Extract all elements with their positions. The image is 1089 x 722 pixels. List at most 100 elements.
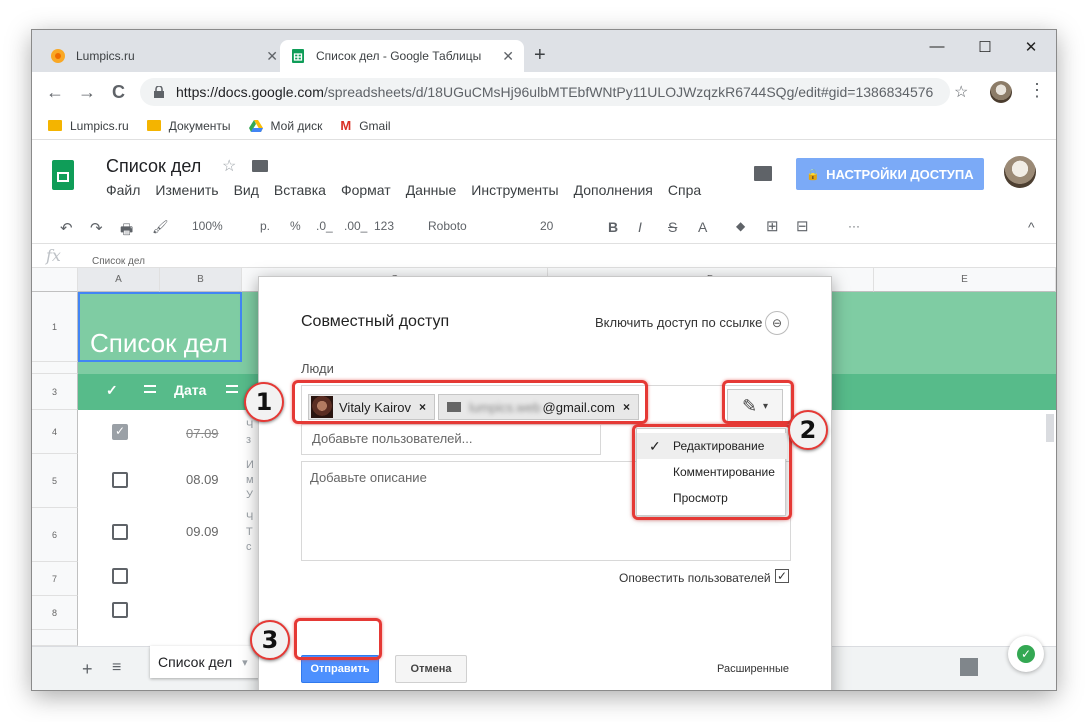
row-header[interactable] <box>32 362 78 374</box>
column-header-b[interactable]: B <box>160 268 242 292</box>
formula-bar: fx Список дел <box>32 244 1056 268</box>
bold-button[interactable]: B <box>608 219 618 235</box>
forward-button[interactable]: → <box>78 82 96 103</box>
strikethrough-button[interactable]: S <box>668 219 677 235</box>
collapse-toolbar-icon[interactable]: ^ <box>1028 219 1035 235</box>
address-bar[interactable]: https://docs.google.com/spreadsheets/d/1… <box>140 78 950 106</box>
more-formats-button[interactable]: 123 <box>374 219 394 233</box>
borders-icon[interactable]: ⊞ <box>766 217 779 235</box>
security-shield-icon[interactable]: ✓ <box>1008 636 1044 672</box>
menu-view[interactable]: Вид <box>234 182 259 198</box>
bookmark-documents[interactable]: Документы <box>146 119 231 133</box>
explore-icon[interactable] <box>960 658 978 676</box>
comments-icon[interactable] <box>754 166 772 181</box>
chevron-down-icon[interactable]: ▾ <box>242 656 248 669</box>
bookmark-lumpics[interactable]: Lumpics.ru <box>48 119 129 133</box>
filter-icon[interactable] <box>226 385 238 393</box>
advanced-link[interactable]: Расширенные <box>717 663 789 675</box>
add-sheet-button[interactable]: + <box>82 659 93 680</box>
row-header[interactable]: 5 <box>32 454 78 508</box>
link-icon[interactable]: ⊖ <box>765 311 789 335</box>
notify-checkbox[interactable]: ✓ <box>775 569 789 583</box>
row-header[interactable] <box>32 630 78 646</box>
menu-insert[interactable]: Вставка <box>274 182 326 198</box>
tab-sheets[interactable]: Список дел - Google Таблицы ✕ <box>280 40 524 72</box>
all-sheets-icon[interactable]: ≡ <box>112 659 121 677</box>
paint-format-icon[interactable]: 🖌 <box>152 219 169 235</box>
menu-file[interactable]: Файл <box>106 182 140 198</box>
font-size-select[interactable]: 20 <box>540 219 553 233</box>
back-button[interactable]: ← <box>46 82 64 103</box>
new-tab-button[interactable]: + <box>534 44 546 67</box>
link-sharing-link[interactable]: Включить доступ по ссылке <box>595 315 762 330</box>
maximize-button[interactable]: ☐ <box>962 38 1008 56</box>
text-color-button[interactable]: A <box>698 219 707 235</box>
task-checkbox[interactable] <box>112 524 128 540</box>
column-header-e[interactable]: E <box>874 268 1056 292</box>
bookmark-label: Gmail <box>359 118 391 133</box>
font-select[interactable]: Roboto <box>428 219 467 233</box>
italic-button[interactable]: I <box>638 219 642 235</box>
vertical-scrollbar[interactable] <box>1046 414 1054 442</box>
currency-button[interactable]: р. <box>260 219 270 233</box>
menu-format[interactable]: Формат <box>341 182 391 198</box>
menu-edit[interactable]: Изменить <box>155 182 218 198</box>
undo-icon[interactable]: ↶ <box>60 219 73 237</box>
document-title[interactable]: Список дел <box>106 156 201 177</box>
profile-avatar[interactable] <box>990 81 1012 103</box>
close-window-button[interactable]: ✕ <box>1008 38 1054 56</box>
task-checkbox[interactable] <box>112 602 128 618</box>
redo-icon[interactable]: ↷ <box>90 219 103 237</box>
sheets-header: Список дел ☆ Файл Изменить Вид Вставка Ф… <box>32 140 1056 208</box>
browser-menu-icon[interactable]: ⋮ <box>1028 80 1046 101</box>
callout-highlight-pencil <box>722 380 794 424</box>
filter-icon[interactable] <box>144 385 156 393</box>
task-checkbox[interactable] <box>112 568 128 584</box>
share-button-label: НАСТРОЙКИ ДОСТУПА <box>826 166 974 182</box>
minimize-button[interactable]: — <box>914 38 960 55</box>
task-checkbox[interactable] <box>112 472 128 488</box>
header-date-label: Дата <box>174 382 207 398</box>
row-header[interactable]: 6 <box>32 508 78 562</box>
add-users-input[interactable]: Добавьте пользователей... <box>301 425 601 455</box>
column-header-a[interactable]: A <box>78 268 160 292</box>
menu-help[interactable]: Спра <box>668 182 701 198</box>
sheets-logo-icon[interactable] <box>52 160 74 190</box>
task-checkbox[interactable] <box>112 424 128 440</box>
format-toolbar: ↶ ↷ 🖶 🖌 100% р. % .0_ .00_ 123 Roboto 20… <box>32 208 1056 244</box>
cancel-button[interactable]: Отмена <box>395 655 467 683</box>
fill-color-icon[interactable]: ◆ <box>736 219 745 233</box>
account-avatar[interactable] <box>1004 156 1036 188</box>
share-settings-button[interactable]: 🔒 НАСТРОЙКИ ДОСТУПА <box>796 158 984 190</box>
bookmark-star-icon[interactable]: ☆ <box>954 82 968 102</box>
sheets-icon <box>292 49 304 63</box>
reload-button[interactable]: C <box>112 82 125 103</box>
zoom-select[interactable]: 100% <box>192 219 223 233</box>
callout-badge-2: 2 <box>788 410 828 450</box>
close-tab-icon[interactable]: ✕ <box>502 48 514 65</box>
merge-cells-icon[interactable]: ⊟ <box>796 217 809 235</box>
print-icon[interactable]: 🖶 <box>120 219 133 243</box>
row-header[interactable]: 8 <box>32 596 78 630</box>
row-header[interactable]: 7 <box>32 562 78 596</box>
row-header[interactable]: 3 <box>32 374 78 410</box>
menu-data[interactable]: Данные <box>406 182 457 198</box>
folder-icon[interactable] <box>252 160 268 172</box>
menu-tools[interactable]: Инструменты <box>471 182 558 198</box>
bookmark-gmail[interactable]: M Gmail <box>340 118 390 133</box>
decrease-decimal-button[interactable]: .0_ <box>316 219 333 233</box>
more-tools-icon[interactable]: ··· <box>848 219 860 233</box>
menu-bar: Файл Изменить Вид Вставка Формат Данные … <box>106 182 716 198</box>
formula-input[interactable]: Список дел <box>92 256 145 267</box>
increase-decimal-button[interactable]: .00_ <box>344 219 367 233</box>
percent-button[interactable]: % <box>290 219 301 233</box>
tab-lumpics[interactable]: Lumpics.ru ✕ <box>40 40 288 72</box>
sheet-tab[interactable]: Список дел ▾ <box>150 646 260 678</box>
menu-addons[interactable]: Дополнения <box>574 182 653 198</box>
bookmark-my-drive[interactable]: Мой диск <box>248 119 322 133</box>
row-header[interactable]: 1 <box>32 292 78 362</box>
star-icon[interactable]: ☆ <box>222 156 236 176</box>
select-all-corner[interactable] <box>32 268 78 292</box>
row-header[interactable]: 4 <box>32 410 78 454</box>
close-tab-icon[interactable]: ✕ <box>266 48 278 65</box>
